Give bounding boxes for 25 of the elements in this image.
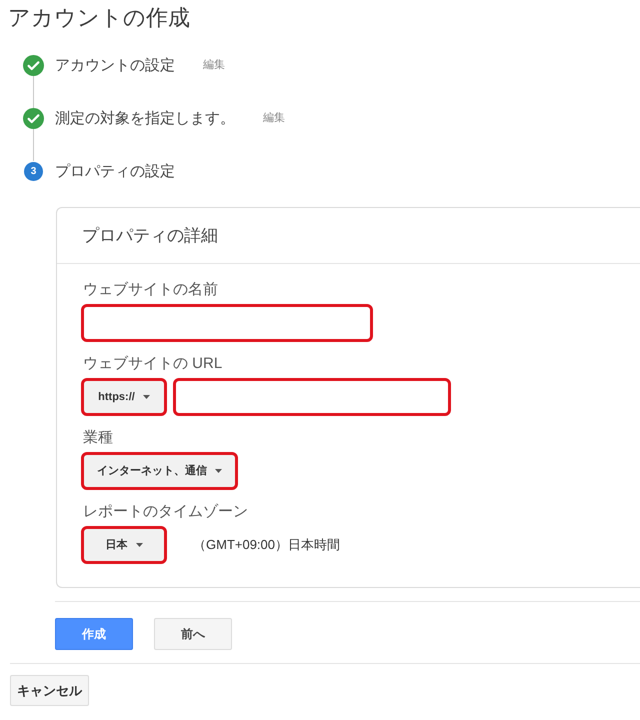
field-label: ウェブサイトの名前 <box>82 280 218 300</box>
timezone-text: （GMT+09:00）日本時間 <box>193 536 340 554</box>
dropdown[interactable]: https:// <box>81 378 167 416</box>
cancel-button[interactable]: キャンセル <box>10 675 89 706</box>
step-label: プロパティの設定 <box>55 162 175 182</box>
dropdown[interactable]: 日本 <box>81 526 167 564</box>
card-title: プロパティの詳細 <box>82 224 218 247</box>
step-number: 3 <box>24 162 43 181</box>
input-field[interactable] <box>81 304 373 342</box>
page-title: アカウントの作成 <box>7 4 191 32</box>
step-label: アカウントの設定 <box>55 56 175 76</box>
step-connector <box>33 129 34 161</box>
step-label: 測定の対象を指定します。 <box>55 109 235 129</box>
field-label: ウェブサイトの URL <box>82 354 222 374</box>
field-label: レポートのタイムゾーン <box>82 502 248 522</box>
caret-icon <box>136 543 142 547</box>
step-connector <box>33 76 34 108</box>
dropdown[interactable]: インターネット、通信 <box>81 452 238 490</box>
edit-link[interactable]: 編集 <box>203 55 225 76</box>
edit-link[interactable]: 編集 <box>263 108 285 129</box>
caret-icon <box>142 395 150 399</box>
back-button[interactable]: 前へ <box>154 618 232 650</box>
caret-icon <box>215 469 222 473</box>
field-label: 業種 <box>82 428 113 448</box>
input-field[interactable] <box>173 378 451 416</box>
